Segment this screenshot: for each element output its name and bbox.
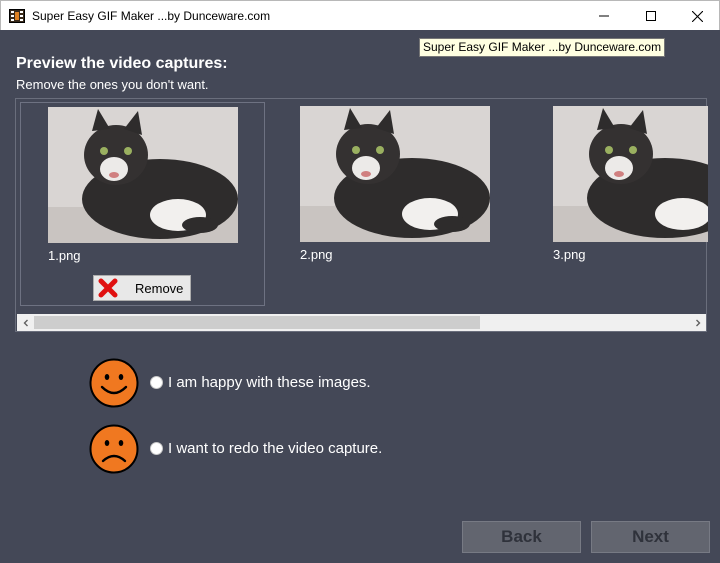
scrollbar-thumb[interactable] xyxy=(34,316,480,329)
capture-item[interactable]: 1.png Remove xyxy=(20,102,265,306)
scroll-left-button[interactable] xyxy=(17,314,34,331)
happy-radio[interactable] xyxy=(150,376,163,389)
capture-preview-strip: 1.png Remove 2.png 3.png xyxy=(15,98,708,332)
window-title: Super Easy GIF Maker ...by Dunceware.com xyxy=(32,9,271,23)
page-title: Preview the video captures: xyxy=(16,55,228,72)
maximize-button[interactable] xyxy=(628,1,674,31)
capture-item[interactable]: 3.png xyxy=(526,102,720,306)
scroll-right-button[interactable] xyxy=(689,314,706,331)
title-bar: Super Easy GIF Maker ...by Dunceware.com xyxy=(0,0,720,30)
close-icon xyxy=(691,10,703,22)
capture-thumbnail xyxy=(553,106,708,242)
next-button[interactable]: Next xyxy=(591,521,710,553)
chevron-right-icon xyxy=(695,319,700,326)
redo-radio[interactable] xyxy=(150,442,163,455)
minimize-icon xyxy=(599,15,609,17)
capture-filename: 2.png xyxy=(300,247,333,262)
close-button[interactable] xyxy=(674,1,720,31)
capture-filename: 3.png xyxy=(553,247,586,262)
chevron-left-icon xyxy=(23,319,28,326)
capture-thumbnail xyxy=(48,107,238,243)
capture-item[interactable]: 2.png xyxy=(273,102,518,306)
happy-option-label[interactable]: I am happy with these images. xyxy=(168,374,371,391)
maximize-icon xyxy=(646,11,656,21)
capture-thumbnail xyxy=(300,106,490,242)
red-x-icon xyxy=(98,278,118,298)
back-button[interactable]: Back xyxy=(462,521,581,553)
sad-face-icon xyxy=(89,424,139,474)
title-tooltip: Super Easy GIF Maker ...by Dunceware.com xyxy=(419,38,666,57)
happy-face-icon xyxy=(89,358,139,408)
horizontal-scrollbar[interactable] xyxy=(17,314,706,331)
page-subtitle: Remove the ones you don't want. xyxy=(16,77,209,92)
capture-filename: 1.png xyxy=(48,248,81,263)
remove-button-label: Remove xyxy=(135,280,184,296)
minimize-button[interactable] xyxy=(581,1,627,31)
app-icon xyxy=(9,9,25,23)
remove-button[interactable]: Remove xyxy=(93,275,191,301)
redo-option-label[interactable]: I want to redo the video capture. xyxy=(168,440,382,457)
